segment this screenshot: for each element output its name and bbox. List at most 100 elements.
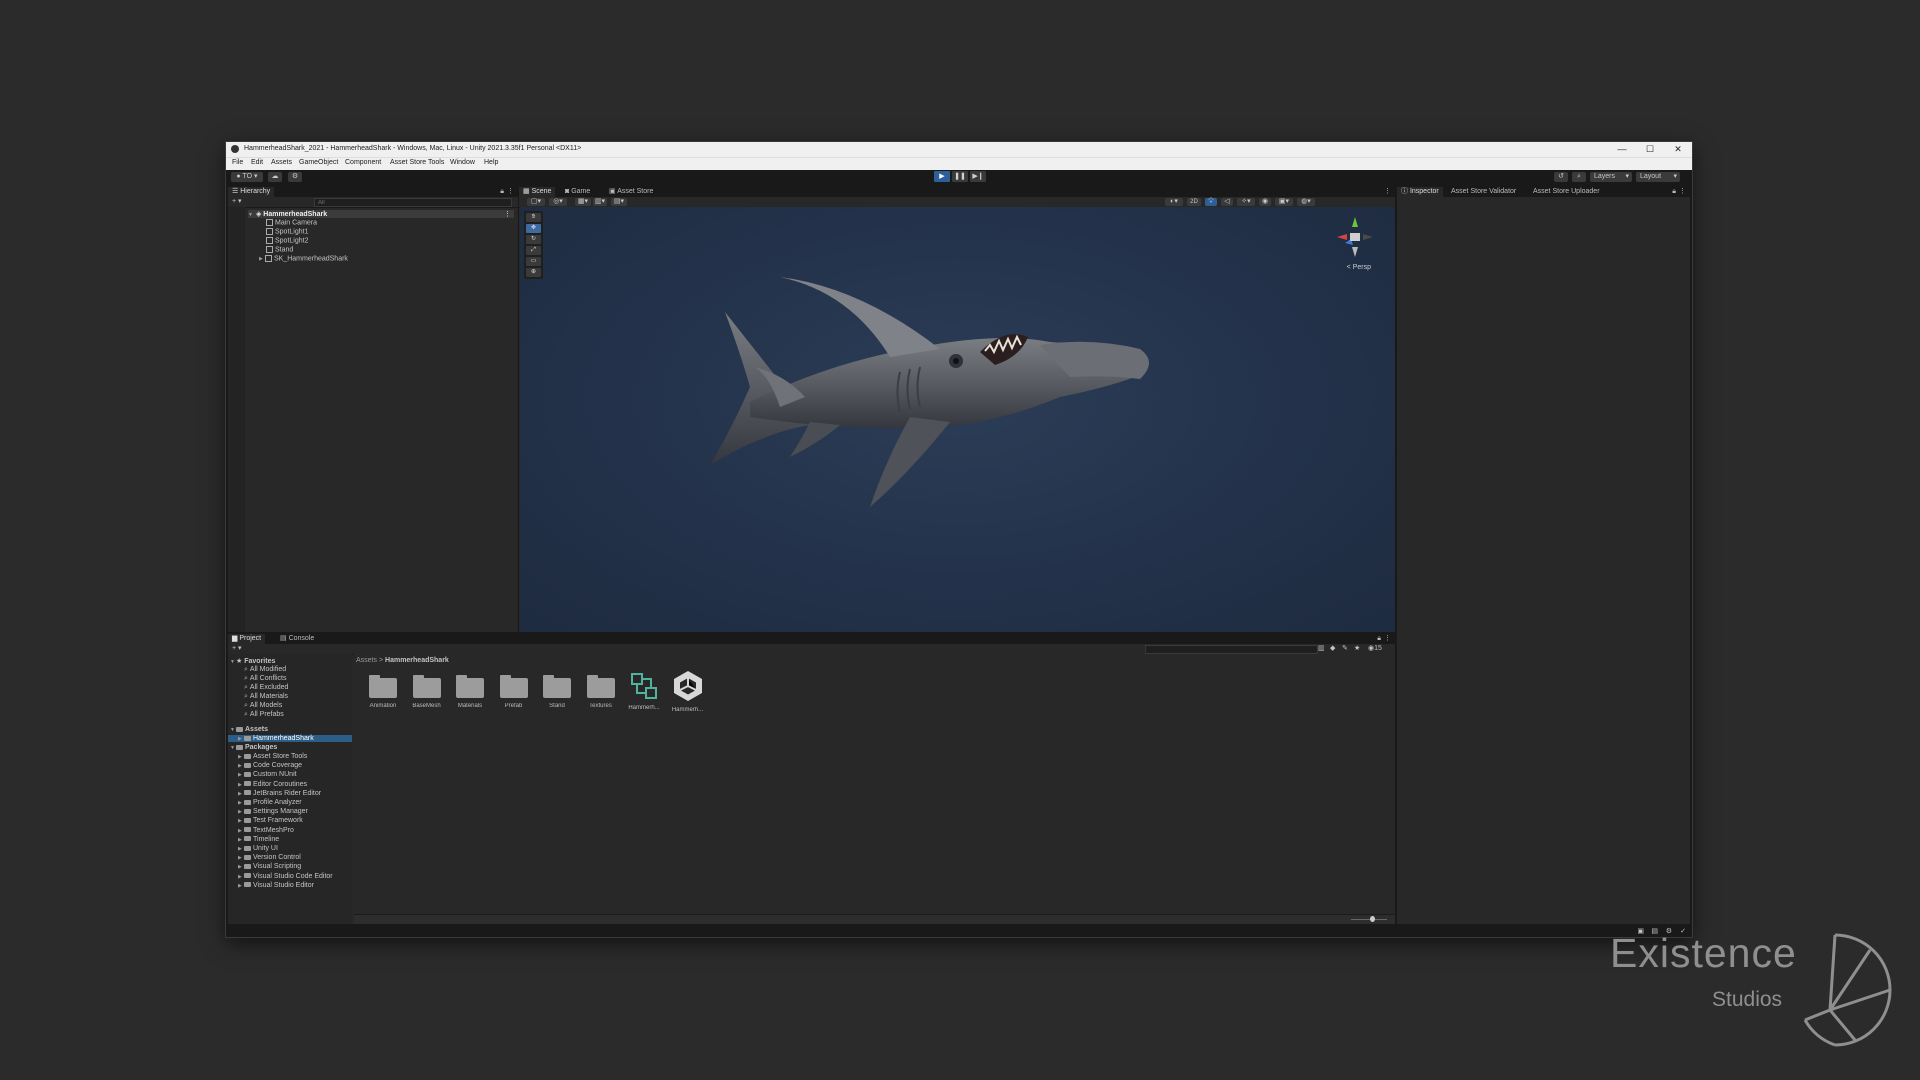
move-tool-icon[interactable]: ✥ (526, 224, 541, 233)
hierarchy-item[interactable]: ▶ SK_HammerheadShark (259, 255, 348, 262)
menu-assets[interactable]: Assets (271, 159, 292, 166)
asset-item[interactable]: Hammerh... (669, 671, 707, 713)
star-icon[interactable]: ★ (1354, 644, 1360, 652)
account-button[interactable]: ● TO ▾ (231, 172, 263, 182)
more-icon[interactable]: ⋮ (1380, 634, 1395, 644)
favorite-item[interactable]: ⌕ All Modified (244, 666, 286, 674)
visibility-toggle[interactable]: ◉ (1259, 198, 1271, 206)
search-button[interactable]: ⌕ (1572, 172, 1586, 182)
snap-toggle[interactable]: ▦▾ (575, 198, 591, 206)
hand-tool-icon[interactable]: ✋︎ (526, 213, 541, 222)
package-item[interactable]: ▶ Code Coverage (238, 762, 302, 769)
cloud-button[interactable]: ☁ (268, 172, 282, 182)
package-item[interactable]: ▶ Visual Studio Editor (238, 882, 314, 889)
package-item[interactable]: ▶ Editor Coroutines (238, 781, 307, 788)
minimize-button[interactable]: — (1608, 142, 1636, 157)
layout-dropdown[interactable]: Layout ▾ (1636, 172, 1680, 182)
asset-item[interactable]: Prefab (495, 675, 533, 709)
step-button[interactable]: ▶❙ (970, 171, 986, 182)
tab-asset-store-uploader[interactable]: Asset Store Uploader (1529, 187, 1604, 197)
package-item[interactable]: ▶ Visual Scripting (238, 863, 301, 870)
hierarchy-scene-row[interactable]: ▼ ◈ HammerheadShark ⋮ (248, 210, 514, 218)
close-button[interactable]: ✕ (1664, 142, 1692, 157)
assets-child-folder[interactable]: ▶ HammerheadShark (228, 735, 352, 742)
pause-button[interactable]: ❚❚ (952, 171, 968, 182)
asset-item[interactable]: Animation (364, 675, 402, 709)
packages-header[interactable]: ▼ Packages (230, 744, 277, 751)
grid-toggle[interactable]: ▤▾ (611, 198, 627, 206)
create-button[interactable]: + ▾ (232, 644, 242, 652)
hierarchy-item[interactable]: SpotLight1 (266, 228, 308, 235)
favorites-header[interactable]: ▼★ Favorites (230, 657, 275, 665)
package-item[interactable]: ▶ Unity UI (238, 845, 278, 852)
package-item[interactable]: ▶ Timeline (238, 836, 279, 843)
favorite-item[interactable]: ⌕ All Conflicts (244, 675, 287, 683)
shading-mode-dropdown[interactable]: ◐▾ (1165, 198, 1183, 206)
tab-asset-store-validator[interactable]: Asset Store Validator (1447, 187, 1520, 197)
camera-settings-dropdown[interactable]: ▣▾ (1275, 198, 1293, 206)
global-toggle[interactable]: ◎▾ (549, 198, 567, 206)
hierarchy-search-input[interactable] (314, 198, 512, 207)
favorite-item[interactable]: ⌕ All Excluded (244, 684, 288, 692)
more-icon[interactable]: ⋮ (504, 210, 511, 218)
menu-window[interactable]: Window (450, 159, 475, 166)
package-item[interactable]: ▶ JetBrains Rider Editor (238, 790, 321, 797)
favorite-item[interactable]: ⌕ All Materials (244, 693, 288, 701)
package-item[interactable]: ▶ Custom NUnit (238, 771, 297, 778)
package-item[interactable]: ▶ TextMeshPro (238, 827, 294, 834)
hidden-packages-toggle[interactable]: ◉15 (1368, 644, 1382, 652)
tab-game[interactable]: ◙ Game (561, 187, 594, 197)
toggle-2d-button[interactable]: 2D (1187, 198, 1201, 206)
favorite-item[interactable]: ⌕ All Prefabs (244, 711, 284, 719)
menu-edit[interactable]: Edit (251, 159, 263, 166)
layers-dropdown[interactable]: Layers ▾ (1590, 172, 1632, 182)
collab-button[interactable]: ⚙ (288, 172, 302, 182)
lighting-toggle[interactable]: 💡︎ (1205, 198, 1217, 206)
menu-gameobject[interactable]: GameObject (299, 159, 338, 166)
tag-icon[interactable]: ✎ (1342, 644, 1348, 652)
menu-asset-store-tools[interactable]: Asset Store Tools (390, 159, 444, 166)
perspective-label[interactable]: < Persp (1347, 264, 1371, 271)
tab-hierarchy[interactable]: ☰ Hierarchy (228, 187, 275, 197)
favorite-item[interactable]: ⌕ All Models (244, 702, 282, 710)
breadcrumb-root[interactable]: Assets (356, 657, 377, 664)
menu-component[interactable]: Component (345, 159, 381, 166)
asset-item[interactable]: Materials (451, 675, 489, 709)
scene-viewport[interactable]: ✋︎ ✥ ↻ ⤢ ▭ ⊕ < Persp (520, 207, 1395, 632)
asset-item[interactable]: BaseMesh (408, 675, 446, 709)
package-item[interactable]: ▶ Settings Manager (238, 808, 308, 815)
tab-project[interactable]: ▆ Project (228, 634, 266, 644)
play-button[interactable]: ▶ (934, 171, 950, 182)
asset-item[interactable]: Stand (538, 675, 576, 709)
assets-header[interactable]: ▼ Assets (230, 726, 268, 733)
more-icon[interactable]: ⋮ (1380, 187, 1395, 197)
asset-item[interactable]: Textures (582, 675, 620, 709)
orientation-gizmo-icon[interactable] (1335, 215, 1375, 261)
increment-snap[interactable]: ▥▾ (593, 198, 607, 206)
hierarchy-item[interactable]: Main Camera (266, 219, 317, 226)
package-item[interactable]: ▶ Asset Store Tools (238, 753, 307, 760)
pivot-toggle[interactable]: ▢▾ (527, 198, 545, 206)
tab-asset-store[interactable]: ▣ Asset Store (605, 187, 657, 197)
asset-item[interactable]: Hammerh... (625, 673, 663, 711)
more-icon[interactable]: ⋮ (1675, 187, 1690, 197)
hierarchy-item[interactable]: SpotLight2 (266, 237, 308, 244)
package-item[interactable]: ▶ Profile Analyzer (238, 799, 302, 806)
tab-inspector[interactable]: ⓘ Inspector (1397, 187, 1443, 197)
zoom-slider-handle[interactable] (1370, 916, 1375, 922)
rotate-tool-icon[interactable]: ↻ (526, 235, 541, 244)
tab-scene[interactable]: ▦ Scene (519, 187, 556, 197)
transform-tool-icon[interactable]: ⊕ (526, 268, 541, 277)
menu-help[interactable]: Help (484, 159, 498, 166)
package-item[interactable]: ▶ Visual Studio Code Editor (238, 873, 333, 880)
menu-file[interactable]: File (232, 159, 243, 166)
package-item[interactable]: ▶ Version Control (238, 854, 301, 861)
history-button[interactable]: ↺ (1554, 172, 1568, 182)
audio-toggle[interactable]: ◁ (1221, 198, 1233, 206)
filter-type-icon[interactable]: ▥ (1318, 644, 1325, 652)
rect-tool-icon[interactable]: ▭ (526, 257, 541, 266)
hierarchy-item[interactable]: Stand (266, 246, 293, 253)
package-item[interactable]: ▶ Test Framework (238, 817, 303, 824)
effects-dropdown[interactable]: ✧▾ (1237, 198, 1255, 206)
add-button[interactable]: + ▾ (232, 197, 242, 205)
